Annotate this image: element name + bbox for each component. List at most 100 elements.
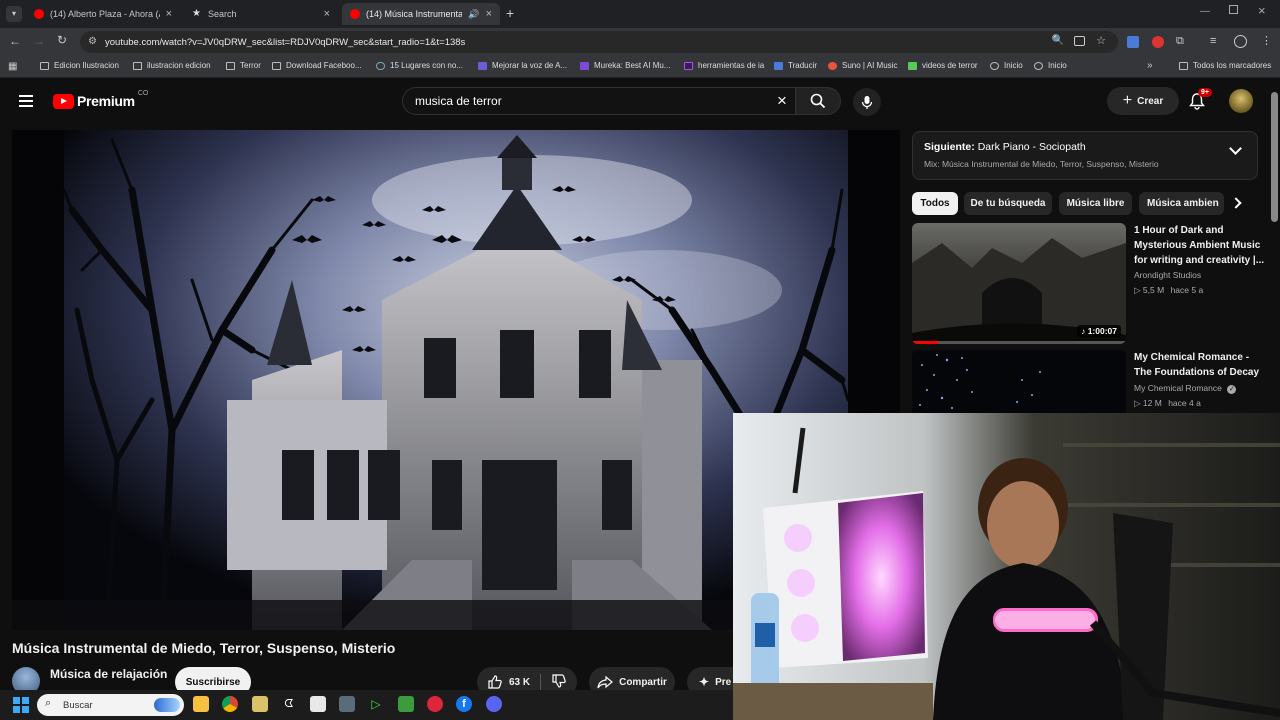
bookmark-folder[interactable]: Terror <box>226 61 261 70</box>
dislike-button[interactable] <box>541 673 567 692</box>
play-icon: ▷ <box>1134 398 1141 408</box>
chip-de-tu-busqueda[interactable]: De tu búsqueda <box>964 192 1052 215</box>
recommendation-thumbnail[interactable]: ♪ 1:00:07 <box>912 223 1126 344</box>
bookmark-link[interactable]: Mejorar la voz de A... <box>478 61 567 70</box>
like-button[interactable]: 63 K <box>487 674 542 690</box>
bookmark-link[interactable]: Inicio <box>990 61 1023 70</box>
notifications-button[interactable]: 9+ <box>1188 88 1212 112</box>
capcut-icon[interactable]: ᗧ <box>281 696 297 712</box>
more-bookmarks-icon[interactable]: » <box>1147 60 1153 71</box>
thumbs-down-icon <box>552 673 566 688</box>
tab-musica-instrumental[interactable]: (14) Música Instrumental de 🔊 × <box>342 3 500 25</box>
recommendation-title[interactable]: 1 Hour of Dark and Mysterious Ambient Mu… <box>1134 223 1269 268</box>
voice-ai-icon <box>478 61 487 70</box>
extension-red-icon[interactable] <box>1152 36 1164 48</box>
youtube-favicon-icon <box>34 9 44 19</box>
taskbar-search-input[interactable]: ⌕ Buscar <box>37 694 184 716</box>
webcam-overlay <box>733 413 1280 720</box>
bookmark-link[interactable]: Mureka: Best AI Mu... <box>580 61 670 70</box>
recommendation-channel[interactable]: My Chemical Romance ✓ <box>1134 383 1237 394</box>
extensions-puzzle-icon[interactable]: ⧉ <box>1176 35 1184 48</box>
youtube-logo[interactable]: Premium CO <box>53 89 149 109</box>
forward-icon[interactable]: → <box>33 34 45 48</box>
app-editor-icon[interactable] <box>310 696 326 712</box>
bookmark-link[interactable]: herramientas de ia <box>684 61 764 70</box>
bookmark-link[interactable]: Traducir <box>774 61 817 70</box>
new-tab-icon[interactable]: + <box>506 5 514 21</box>
bookmark-folder[interactable]: Download Faceboo... <box>272 61 362 70</box>
minimize-icon[interactable]: — <box>1200 6 1210 17</box>
clear-search-icon[interactable]: × <box>777 91 787 111</box>
recommendation-channel[interactable]: Arondight Studios <box>1134 270 1201 280</box>
leaf-icon <box>908 61 917 70</box>
next-up-subtitle: Mix: Música Instrumental de Miedo, Terro… <box>924 159 1159 169</box>
ai-tools-icon <box>684 61 693 70</box>
chip-musica-libre[interactable]: Música libre <box>1059 192 1132 215</box>
folder-icon <box>40 61 49 70</box>
thumbs-up-icon <box>488 675 502 689</box>
tab-search[interactable]: ★ Search × <box>184 3 338 25</box>
back-icon[interactable]: ← <box>9 34 21 48</box>
bookmark-link[interactable]: Suno | AI Music <box>828 61 897 70</box>
tab-list-dropdown-icon[interactable]: ▾ <box>6 6 22 22</box>
channel-name[interactable]: Música de relajación <box>50 667 167 681</box>
media-player-icon[interactable]: ▷ <box>368 696 384 712</box>
opera-icon[interactable] <box>427 696 443 712</box>
chip-musica-ambiental[interactable]: Música ambien <box>1139 192 1224 215</box>
site-info-icon[interactable]: ⚙ <box>88 36 97 47</box>
recommendation-thumbnail[interactable] <box>912 350 1126 414</box>
bookmark-link[interactable]: videos de terror <box>908 61 978 70</box>
app-shield-icon[interactable] <box>252 696 268 712</box>
recommendation-title[interactable]: My Chemical Romance - The Foundations of… <box>1134 350 1269 380</box>
close-tab-icon[interactable]: × <box>324 8 330 20</box>
translate-extension-icon[interactable] <box>1127 36 1139 48</box>
play-icon: ▷ <box>1134 285 1141 295</box>
folder-icon <box>133 61 142 70</box>
bookmark-link[interactable]: 15 Lugares con no... <box>376 61 463 70</box>
country-code: CO <box>137 89 149 97</box>
tab-alberto-plaza[interactable]: (14) Alberto Plaza - Ahora (Aud × <box>26 3 180 25</box>
install-app-icon[interactable] <box>1074 36 1085 46</box>
folder-icon <box>272 61 281 70</box>
search-button[interactable] <box>795 87 841 115</box>
bookmark-star-icon[interactable]: ☆ <box>1096 34 1106 47</box>
globe-icon <box>990 61 999 70</box>
webcam-feed-image <box>733 413 1280 720</box>
chrome-icon[interactable] <box>222 696 238 712</box>
calculator-icon[interactable] <box>339 696 355 712</box>
zoom-icon[interactable]: 🔍 <box>1052 35 1064 46</box>
close-tab-icon[interactable]: × <box>166 8 172 20</box>
globe-icon <box>1034 61 1043 70</box>
hamburger-menu-icon[interactable] <box>19 95 33 107</box>
windows-start-icon[interactable] <box>13 697 29 713</box>
bookmark-folder[interactable]: ilustracion edicion <box>133 61 211 70</box>
file-explorer-icon[interactable] <box>193 696 209 712</box>
voice-search-button[interactable] <box>853 88 881 116</box>
bookmark-folder[interactable]: Edicion Ilustracion <box>40 61 119 70</box>
video-title: Música Instrumental de Miedo, Terror, Su… <box>12 640 396 656</box>
avatar[interactable] <box>1229 89 1253 113</box>
page-scrollbar[interactable] <box>1271 92 1278 222</box>
chevron-down-icon[interactable] <box>1229 142 1242 155</box>
all-bookmarks-folder[interactable]: Todos los marcadores <box>1179 61 1271 70</box>
search-input[interactable]: musica de terror × <box>402 87 795 115</box>
close-window-icon[interactable]: × <box>1258 3 1266 18</box>
address-bar[interactable]: ⚙ youtube.com/watch?v=JV0qDRW_sec&list=R… <box>80 31 1118 53</box>
maximize-icon[interactable] <box>1229 5 1238 14</box>
apps-grid-icon[interactable]: ▦ <box>8 61 17 72</box>
create-button[interactable]: + Crear <box>1107 87 1179 115</box>
next-up-panel[interactable]: Siguiente: Dark Piano - Sociopath Mix: M… <box>912 131 1258 180</box>
profile-icon[interactable] <box>1234 35 1247 48</box>
chip-todos[interactable]: Todos <box>912 192 958 215</box>
close-tab-icon[interactable]: × <box>486 8 492 20</box>
minecraft-icon[interactable] <box>398 696 414 712</box>
bookmark-link[interactable]: Inicio <box>1034 61 1067 70</box>
taskbar-search-placeholder: Buscar <box>63 699 93 711</box>
speaker-icon[interactable]: 🔊 <box>468 9 479 20</box>
reload-icon[interactable]: ↻ <box>57 33 67 47</box>
chevron-right-icon[interactable] <box>1230 197 1242 209</box>
chrome-menu-icon[interactable]: ⋮ <box>1261 34 1272 47</box>
facebook-icon[interactable]: f <box>456 696 472 712</box>
media-control-icon[interactable]: ≡ <box>1210 35 1216 47</box>
discord-icon[interactable] <box>486 696 502 712</box>
